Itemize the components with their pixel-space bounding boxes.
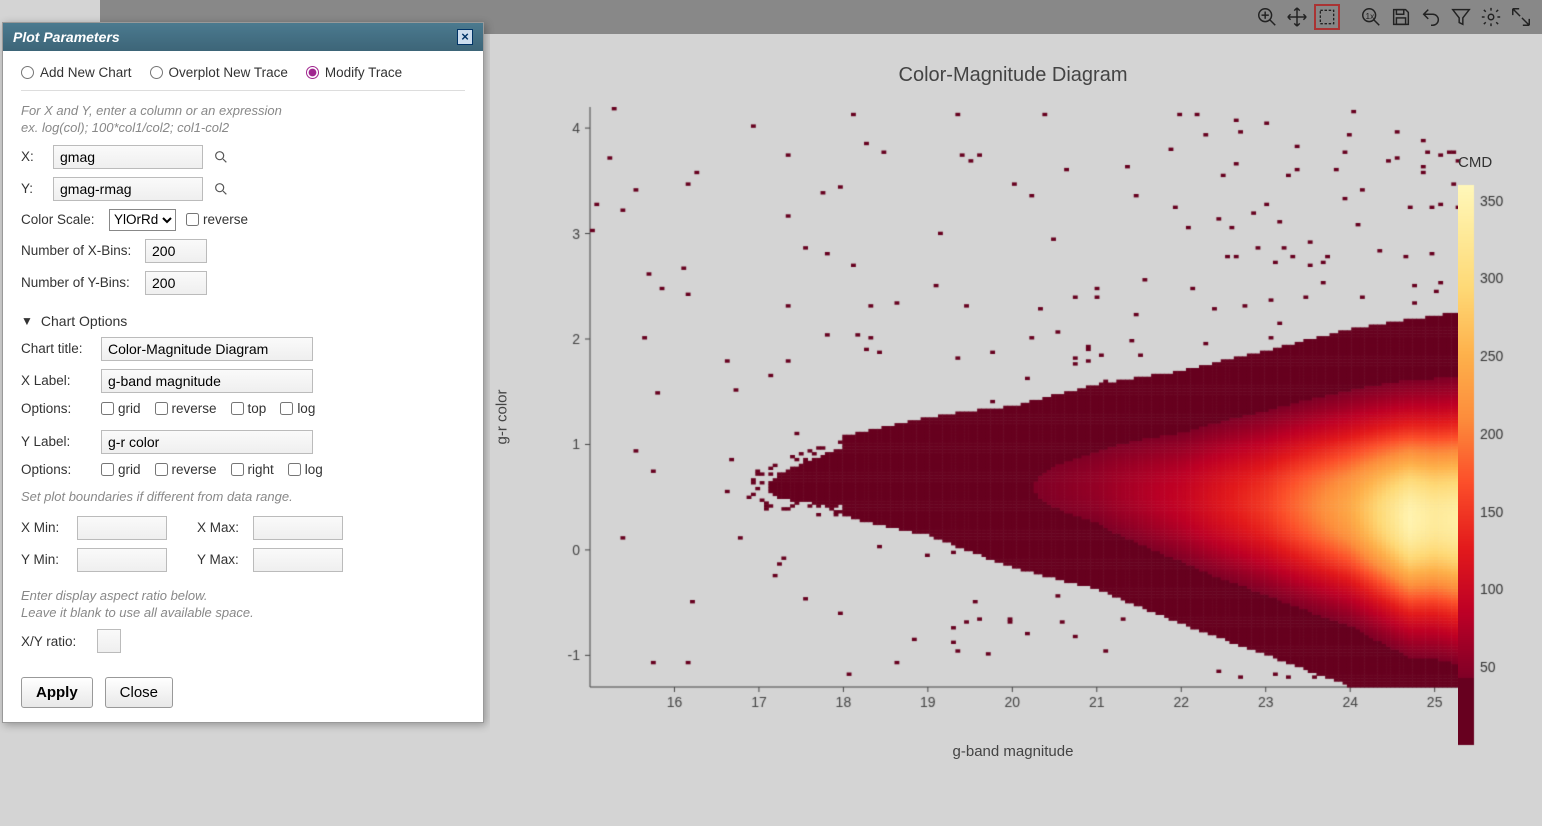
chart-title: Color-Magnitude Diagram bbox=[490, 34, 1536, 97]
x-top-checkbox[interactable]: top bbox=[231, 401, 267, 416]
chevron-down-icon: ▼ bbox=[21, 314, 33, 328]
pan-icon[interactable] bbox=[1284, 4, 1310, 30]
search-y-icon[interactable] bbox=[213, 181, 229, 197]
xmax-label: X Max: bbox=[197, 520, 247, 535]
colorbar-label: CMD bbox=[1458, 154, 1522, 171]
chart-options-toggle[interactable]: ▼Chart Options bbox=[21, 313, 465, 329]
y-log-checkbox[interactable]: log bbox=[288, 462, 323, 477]
nybins-label: Number of Y-Bins: bbox=[21, 275, 135, 290]
mode-radio-group: Add New Chart Overplot New Trace Modify … bbox=[21, 65, 465, 91]
xyratio-label: X/Y ratio: bbox=[21, 634, 87, 649]
filter-icon[interactable] bbox=[1448, 4, 1474, 30]
x-label: X: bbox=[21, 149, 43, 164]
ymin-label: Y Min: bbox=[21, 552, 71, 567]
chart-title-label: Chart title: bbox=[21, 341, 93, 356]
y-right-checkbox[interactable]: right bbox=[231, 462, 274, 477]
dialog-title: Plot Parameters bbox=[13, 29, 120, 45]
colorbar: CMD bbox=[1458, 154, 1522, 755]
x-grid-checkbox[interactable]: grid bbox=[101, 401, 141, 416]
xlabel-label: X Label: bbox=[21, 373, 93, 388]
y-input[interactable] bbox=[53, 177, 203, 201]
x-input[interactable] bbox=[53, 145, 203, 169]
bounds-help: Set plot boundaries if different from da… bbox=[21, 489, 465, 506]
ylabel-input[interactable] bbox=[101, 430, 313, 454]
ymax-label: Y Max: bbox=[197, 552, 247, 567]
save-icon[interactable] bbox=[1388, 4, 1414, 30]
heatmap-canvas[interactable] bbox=[530, 97, 1470, 737]
ylabel-label: Y Label: bbox=[21, 434, 93, 449]
close-button[interactable]: Close bbox=[105, 677, 173, 708]
svg-text:1x: 1x bbox=[1366, 12, 1376, 21]
chart-panel: Color-Magnitude Diagram g-r color g-band… bbox=[490, 34, 1536, 820]
xmax-input[interactable] bbox=[253, 516, 343, 540]
apply-button[interactable]: Apply bbox=[21, 677, 93, 708]
y-grid-checkbox[interactable]: grid bbox=[101, 462, 141, 477]
undo-icon[interactable] bbox=[1418, 4, 1444, 30]
zoom-reset-icon[interactable]: 1x bbox=[1358, 4, 1384, 30]
colorbar-canvas bbox=[1458, 175, 1518, 755]
radio-overplot[interactable]: Overplot New Trace bbox=[150, 65, 288, 80]
zoom-in-icon[interactable] bbox=[1254, 4, 1280, 30]
expand-icon[interactable] bbox=[1508, 4, 1534, 30]
plot-parameters-dialog: Plot Parameters × Add New Chart Overplot… bbox=[2, 22, 484, 723]
ymin-input[interactable] bbox=[77, 548, 167, 572]
x-options-label: Options: bbox=[21, 401, 93, 416]
ymax-input[interactable] bbox=[253, 548, 343, 572]
nxbins-input[interactable] bbox=[145, 239, 207, 263]
dialog-titlebar[interactable]: Plot Parameters × bbox=[3, 23, 483, 51]
xyratio-input[interactable] bbox=[97, 629, 121, 653]
nxbins-label: Number of X-Bins: bbox=[21, 243, 135, 258]
close-icon[interactable]: × bbox=[457, 29, 473, 45]
aspect-help: Enter display aspect ratio below. Leave … bbox=[21, 588, 465, 622]
y-reverse-checkbox[interactable]: reverse bbox=[155, 462, 217, 477]
y-axis-label: g-r color bbox=[494, 389, 511, 444]
x-reverse-checkbox[interactable]: reverse bbox=[155, 401, 217, 416]
nybins-input[interactable] bbox=[145, 271, 207, 295]
xlabel-input[interactable] bbox=[101, 369, 313, 393]
search-x-icon[interactable] bbox=[213, 149, 229, 165]
radio-modify-trace[interactable]: Modify Trace bbox=[306, 65, 402, 80]
reverse-colorscale-checkbox[interactable]: reverse bbox=[186, 212, 248, 227]
xmin-input[interactable] bbox=[77, 516, 167, 540]
chart-title-input[interactable] bbox=[101, 337, 313, 361]
x-axis-label: g-band magnitude bbox=[490, 743, 1536, 760]
xmin-label: X Min: bbox=[21, 520, 71, 535]
xy-help-text: For X and Y, enter a column or an expres… bbox=[21, 103, 465, 137]
radio-add-chart[interactable]: Add New Chart bbox=[21, 65, 132, 80]
x-log-checkbox[interactable]: log bbox=[280, 401, 315, 416]
y-options-label: Options: bbox=[21, 462, 93, 477]
y-label: Y: bbox=[21, 181, 43, 196]
colorscale-label: Color Scale: bbox=[21, 212, 99, 227]
select-icon[interactable] bbox=[1314, 4, 1340, 30]
colorscale-select[interactable]: YlOrRd bbox=[109, 209, 176, 231]
settings-icon[interactable] bbox=[1478, 4, 1504, 30]
